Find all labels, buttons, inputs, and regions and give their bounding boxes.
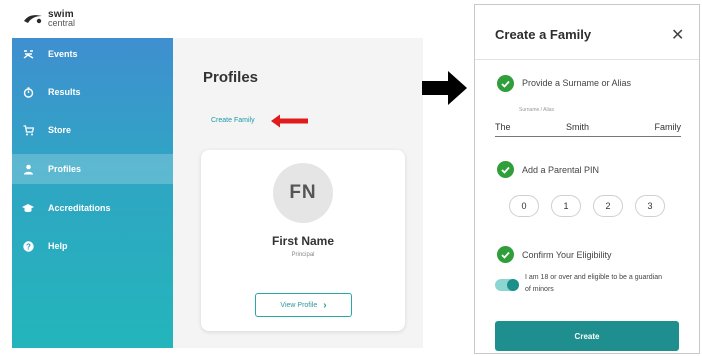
sidebar-item-results[interactable]: Results	[12, 77, 173, 107]
profile-role: Principal	[291, 252, 315, 258]
create-button[interactable]: Create	[495, 321, 679, 351]
sidebar-item-label: Store	[48, 125, 72, 135]
sidebar-item-label: Help	[48, 241, 68, 251]
pin-digit-input[interactable]: 0	[509, 195, 539, 217]
person-icon	[22, 163, 34, 175]
sidebar-item-events[interactable]: Events	[12, 39, 173, 69]
check-circle-icon	[497, 246, 514, 263]
events-icon	[22, 48, 34, 60]
sidebar-item-label: Results	[48, 87, 81, 97]
sidebar: Events Results Store Profiles Accreditat…	[12, 38, 173, 348]
profile-name: First Name	[271, 234, 335, 248]
swim-central-logo[interactable]: swim central	[22, 6, 75, 32]
svg-text:?: ?	[26, 242, 31, 251]
sidebar-item-help[interactable]: ? Help	[12, 231, 173, 261]
help-icon: ?	[22, 240, 34, 252]
pin-digit-input[interactable]: 2	[593, 195, 623, 217]
profile-card: FN First Name Principal View Profile ›	[201, 150, 405, 331]
logo-text-line2: central	[48, 18, 76, 28]
pin-digit-input[interactable]: 3	[635, 195, 665, 217]
black-arrow-icon	[422, 70, 468, 111]
surname-field-label: Surname / Alias	[519, 107, 555, 113]
check-circle-icon	[497, 161, 514, 178]
sidebar-item-label: Events	[48, 49, 78, 59]
red-arrow-icon	[271, 114, 309, 133]
page-title: Profiles	[203, 69, 259, 86]
avatar: FN	[273, 163, 333, 223]
sidebar-item-profiles[interactable]: Profiles	[12, 154, 173, 184]
cart-icon	[22, 124, 34, 136]
sidebar-item-label: Accreditations	[48, 203, 111, 213]
step-eligibility-label: Confirm Your Eligibility	[522, 250, 612, 260]
surname-value-part: Smith	[566, 122, 590, 132]
eligibility-text: I am 18 or over and eligible to be a gua…	[525, 274, 662, 293]
sidebar-item-label: Profiles	[48, 164, 82, 174]
stopwatch-icon	[22, 86, 34, 98]
surname-value-part: The	[495, 122, 511, 132]
step-pin-label: Add a Parental PIN	[522, 165, 600, 175]
step-surname-label: Provide a Surname or Alias	[522, 78, 632, 88]
surname-input[interactable]: The Smith Family	[495, 117, 681, 137]
sidebar-item-store[interactable]: Store	[12, 115, 173, 145]
toggle-knob	[507, 279, 519, 291]
graduation-cap-icon	[22, 202, 34, 214]
view-profile-button[interactable]: View Profile ›	[255, 293, 352, 317]
eligibility-toggle[interactable]	[495, 279, 519, 291]
modal-title: Create a Family	[495, 27, 592, 42]
view-profile-label: View Profile	[280, 301, 318, 309]
create-family-link[interactable]: Create Family	[211, 117, 255, 124]
swimmer-logo-icon	[22, 12, 44, 26]
surname-value-part: Family	[654, 122, 682, 132]
pin-digit-input[interactable]: 1	[551, 195, 581, 217]
divider	[475, 59, 699, 60]
close-icon[interactable]: ✕	[671, 25, 684, 45]
check-circle-icon	[497, 75, 514, 92]
profiles-main-panel: Profiles Create Family FN First Name Pri…	[173, 38, 423, 348]
chevron-right-icon: ›	[323, 299, 327, 311]
create-family-modal: Create a Family ✕ Provide a Surname or A…	[474, 4, 700, 354]
sidebar-item-accreditations[interactable]: Accreditations	[12, 193, 173, 223]
